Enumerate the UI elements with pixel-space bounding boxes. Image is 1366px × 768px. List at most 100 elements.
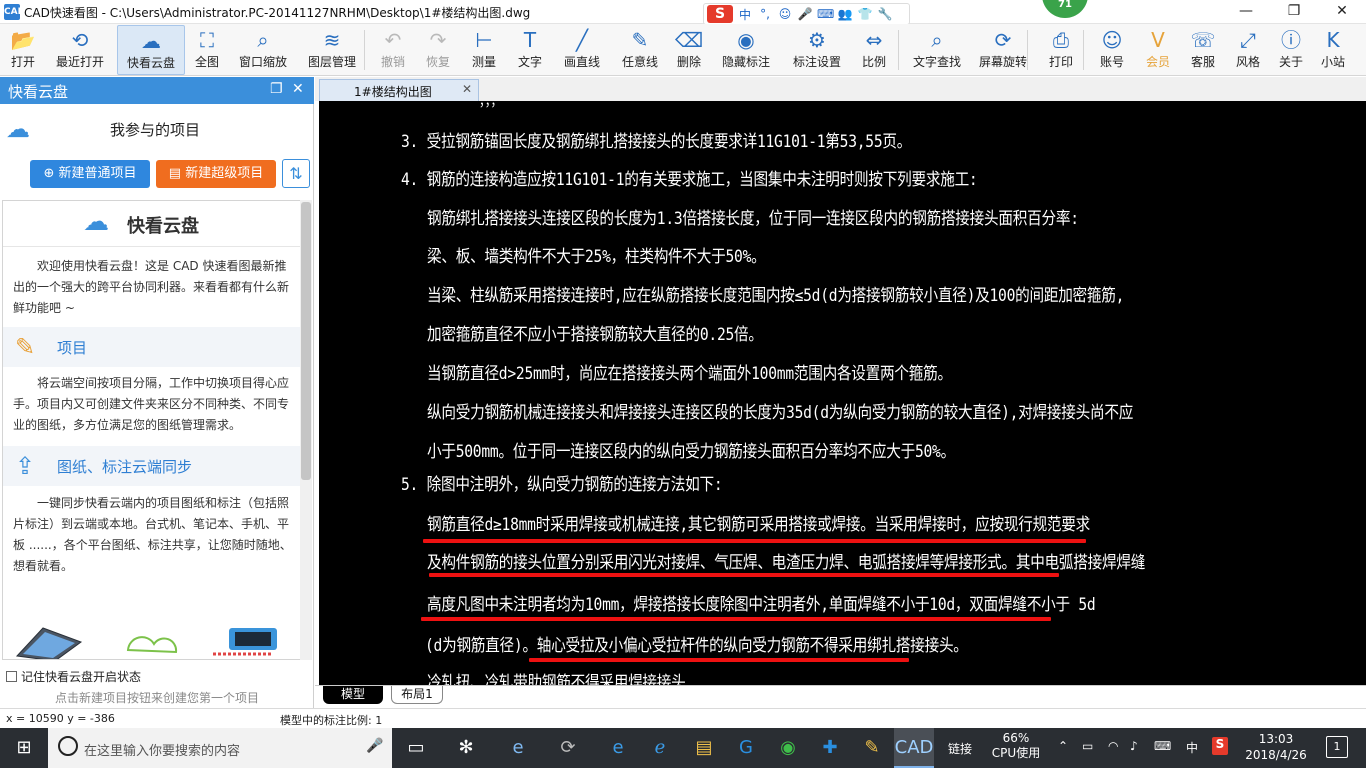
- notes-icon[interactable]: ✎: [852, 728, 892, 768]
- drawing-text-line[interactable]: 加密箍筋直径不应小于搭接钢筋较大直径的0.25倍。: [427, 320, 763, 345]
- model-tab[interactable]: 模型: [323, 686, 383, 704]
- file-explorer-icon[interactable]: ▤: [684, 728, 724, 768]
- toolbar-button-printer[interactable]: ⎙ 打印: [1037, 25, 1085, 75]
- toolbar-button-zoom-window[interactable]: ⌕ 窗口缩放: [231, 25, 295, 75]
- microphone-icon[interactable]: 🎤: [366, 738, 383, 754]
- link-label[interactable]: 链接: [948, 740, 972, 768]
- sogou-browser-icon[interactable]: G: [726, 728, 766, 768]
- drawing-text-line[interactable]: 当梁、柱纵筋采用搭接连接时,应在纵筋搭接长度范围内按≤5d(d为搭接钢筋较小直径…: [427, 281, 1124, 306]
- measure-icon: ⊢: [475, 28, 493, 52]
- document-icon: ▤: [168, 166, 186, 181]
- toolbar-button-vip[interactable]: V 会员: [1137, 25, 1179, 75]
- clock[interactable]: 13:03 2018/4/26: [1240, 731, 1312, 763]
- restore-button[interactable]: ❐: [1270, 0, 1318, 24]
- red-markup-line[interactable]: [421, 617, 1051, 621]
- toolbar-button-pen[interactable]: ✎ 任意线: [614, 25, 666, 75]
- ime-indicator[interactable]: 中: [1186, 739, 1198, 768]
- toolbar-button-fit-all[interactable]: ⛶ 全图: [185, 25, 229, 75]
- red-markup-line[interactable]: [429, 573, 1059, 577]
- toolbar-button-info[interactable]: ⓘ 关于: [1270, 25, 1312, 75]
- voice-icon[interactable]: 🎤: [797, 7, 813, 21]
- toolbar-button-eye-hide[interactable]: ◉ 隐藏标注: [712, 25, 780, 75]
- ie-browser-icon[interactable]: e: [498, 728, 538, 768]
- layout-tab[interactable]: 布局1: [391, 686, 443, 704]
- notification-center-icon[interactable]: 1: [1326, 736, 1348, 758]
- new-super-project-button[interactable]: ▤ 新建超级项目: [156, 160, 276, 188]
- checkbox-box[interactable]: [6, 671, 17, 682]
- close-tab-icon[interactable]: ✕: [462, 82, 472, 96]
- drawing-text-line[interactable]: 高度凡图中未注明者均为10mm，焊接搭接长度除图中注明者外,单面焊缝不小于10d…: [427, 590, 1096, 615]
- windows-start-icon[interactable]: ⊞: [0, 728, 48, 768]
- drawing-text-line[interactable]: 钢筋绑扎搭接接头连接区段的长度为1.3倍搭接长度，位于同一连接区段内的钢筋搭接接…: [427, 204, 1079, 229]
- sync-refresh-button[interactable]: ⇅: [282, 159, 310, 188]
- toolbar-button-user[interactable]: ☺ 账号: [1090, 25, 1134, 75]
- toolbar-button-layers[interactable]: ≋ 图层管理: [295, 25, 369, 75]
- cad-viewer-taskbar-icon[interactable]: CAD: [894, 728, 934, 768]
- cloud-intro-content[interactable]: ☁ 快看云盘 欢迎使用快看云盘！这是 CAD 快速看图最新推出的一个强大的跨平台…: [2, 200, 300, 660]
- tools-icon[interactable]: 🔧: [877, 7, 893, 21]
- toolbar-button-k-logo[interactable]: K 小站: [1311, 25, 1355, 75]
- drawing-text-line[interactable]: 4. 钢筋的连接构造应按11G101-1的有关要求施工，当图集中未注明时则按下列…: [401, 165, 978, 190]
- drawing-text-line[interactable]: 3. 受拉钢筋锚固长度及钢筋绑扎搭接接头的长度要求详11G101-1第53,55…: [401, 127, 911, 152]
- new-normal-project-button[interactable]: ⊕ 新建普通项目: [30, 160, 150, 188]
- drawing-text-line[interactable]: 及构件钢筋的接头位置分别采用闪光对接焊、气压焊、电渣压力焊、电弧搭接焊等焊接形式…: [427, 548, 1145, 573]
- red-markup-line[interactable]: [529, 658, 909, 662]
- toolbar-button-undo[interactable]: ↶ 撤销: [371, 25, 415, 75]
- remember-checkbox[interactable]: 记住快看云盘开启状态: [6, 668, 141, 685]
- fan-app-icon[interactable]: ✻: [446, 728, 486, 768]
- emoji-icon[interactable]: ☺: [777, 7, 793, 21]
- toolbar-button-redo[interactable]: ↷ 恢复: [416, 25, 460, 75]
- drawing-text-line[interactable]: 5. 除图中注明外，纵向受力钢筋的连接方法如下:: [401, 470, 723, 495]
- drawing-text-line[interactable]: 当钢筋直径d>25mm时，尚应在搭接接头两个端面外100mm范围内各设置两个箍筋…: [427, 359, 952, 384]
- task-view-icon[interactable]: ▭: [396, 728, 436, 768]
- drawing-canvas[interactable]: ，，， 3. 受拉钢筋锚固长度及钢筋绑扎搭接接头的长度要求详11G101-1第5…: [319, 101, 1366, 685]
- drawing-text-line[interactable]: 小于500mm。位于同一连接区段内的纵向受力钢筋接头面积百分率均不应大于50%。: [427, 437, 955, 462]
- battery-icon[interactable]: ▭: [1082, 739, 1093, 768]
- 360-browser-icon[interactable]: ◉: [768, 728, 808, 768]
- toolbar-button-folder-open[interactable]: 📂 打开: [3, 25, 43, 75]
- toolbar-button-scale[interactable]: ⇔ 比例: [852, 25, 896, 75]
- minimize-button[interactable]: —: [1222, 0, 1270, 24]
- close-panel-icon[interactable]: ✕: [292, 81, 304, 97]
- ime-toolbar[interactable]: S 中 °, ☺ 🎤 ⌨ 👥 👕 🔧: [703, 3, 910, 25]
- users-icon[interactable]: 👥: [837, 7, 853, 21]
- sogou-tray-icon[interactable]: S: [1212, 737, 1228, 755]
- cloud-logo-icon: ☁: [83, 207, 109, 237]
- tray-chevron-icon[interactable]: ⌃: [1058, 739, 1068, 768]
- toolbar-button-eraser[interactable]: ⌫ 删除: [668, 25, 710, 75]
- ie-blue-icon[interactable]: ℯ: [640, 728, 680, 768]
- cpu-usage[interactable]: 66% CPU使用: [984, 731, 1048, 761]
- skin-icon[interactable]: 👕: [857, 7, 873, 21]
- drawing-text-line[interactable]: 纵向受力钢筋机械连接接头和焊接接头连接区段的长度为35d(d为纵向受力钢筋的较大…: [427, 398, 1133, 423]
- toolbar-button-headset[interactable]: ☏ 客服: [1181, 25, 1225, 75]
- ime-punct[interactable]: °,: [757, 7, 773, 21]
- panel-scrollbar-thumb[interactable]: [301, 202, 311, 480]
- toolbar-button-gear[interactable]: ⚙ 标注设置: [783, 25, 851, 75]
- toolbar-button-cloud[interactable]: ☁ 快看云盘: [117, 25, 185, 75]
- close-button[interactable]: ✕: [1318, 0, 1366, 24]
- sogou-logo-icon[interactable]: S: [707, 5, 733, 23]
- drawing-text-line[interactable]: 冷轧扭、冷轧带肋钢筋不得采用焊接接头: [427, 668, 686, 685]
- restore-panel-icon[interactable]: ❐: [270, 81, 283, 97]
- drawing-text-line[interactable]: 钢筋直径d≥18mm时采用焊接或机械连接,其它钢筋可采用搭接或焊接。当采用焊接时…: [427, 510, 1090, 535]
- toolbar-button-line[interactable]: ╱ 画直线: [555, 25, 609, 75]
- toolbar-button-text[interactable]: T 文字: [508, 25, 552, 75]
- red-markup-line[interactable]: [423, 539, 1086, 543]
- qq-icon[interactable]: ✚: [810, 728, 850, 768]
- edge-browser-icon[interactable]: e: [598, 728, 638, 768]
- volume-icon[interactable]: ♪: [1130, 739, 1138, 768]
- toolbar-button-measure[interactable]: ⊢ 测量: [462, 25, 506, 75]
- keyboard-icon[interactable]: ⌨: [817, 7, 834, 21]
- touch-keyboard-icon[interactable]: ⌨: [1154, 739, 1171, 768]
- toolbar-button-text-search[interactable]: ⌕ 文字查找: [904, 25, 970, 75]
- taskbar-search[interactable]: 在这里输入你要搜索的内容 🎤: [48, 728, 392, 768]
- drawing-text-line[interactable]: 梁、板、墙类构件不大于25%，柱类构件不大于50%。: [427, 242, 766, 267]
- ime-mode[interactable]: 中: [737, 6, 753, 23]
- floating-badge[interactable]: 71: [1042, 0, 1088, 18]
- toolbar-button-style[interactable]: ⤢ 风格: [1226, 25, 1270, 75]
- toolbar-button-recent-clock[interactable]: ⟲ 最近打开: [42, 25, 118, 75]
- document-tab[interactable]: 1#楼结构出图 ✕: [319, 79, 479, 101]
- wifi-icon[interactable]: ◠: [1108, 739, 1118, 768]
- drawing-text-line[interactable]: (d为钢筋直径)。轴心受拉及小偏心受拉杆件的纵向受力钢筋不得采用绑扎搭接接头。: [425, 631, 968, 656]
- spiral-app-icon[interactable]: ⟳: [548, 728, 588, 768]
